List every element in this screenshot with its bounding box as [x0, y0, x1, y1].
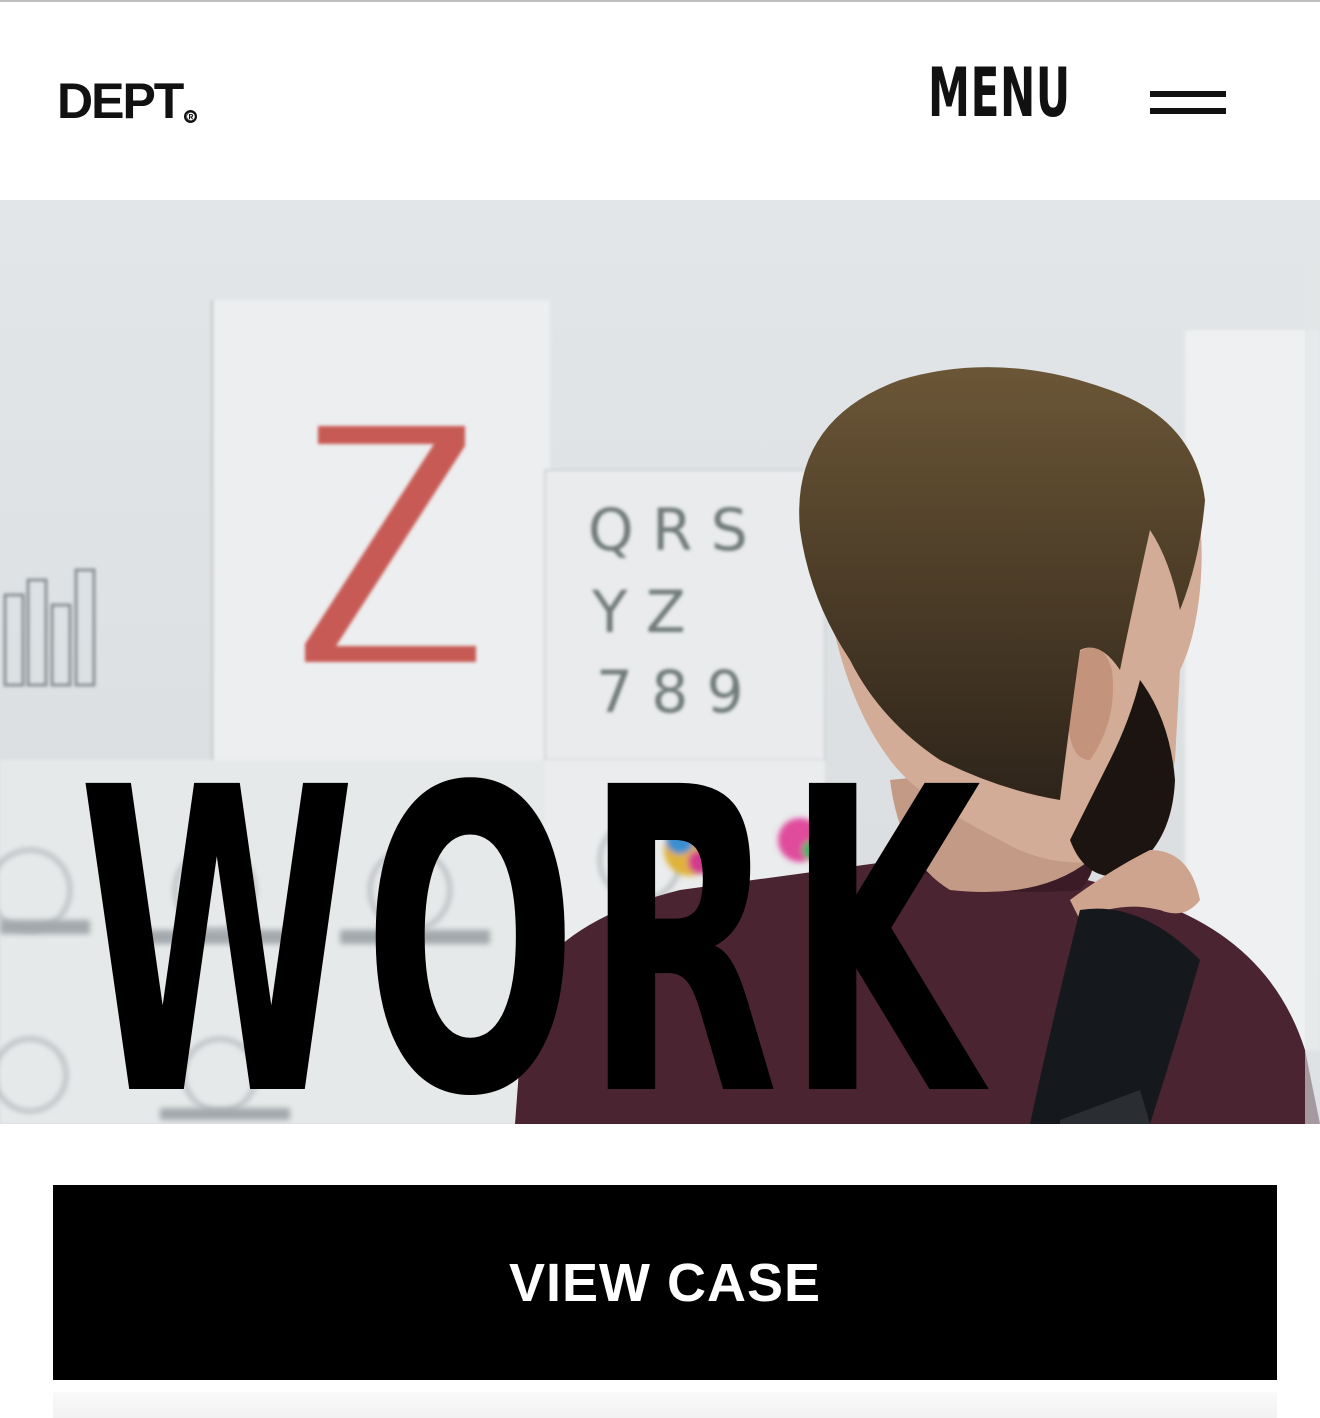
registered-mark-icon: ®: [184, 109, 198, 124]
hamburger-icon[interactable]: [1150, 86, 1226, 122]
hero-title: WORK: [78, 700, 989, 1125]
hamburger-bar-top: [1150, 91, 1226, 97]
page: DEPT ® MENU Q R S Y Z 7 8 9 WORK VIEW CA…: [0, 0, 1320, 1418]
dept-logo[interactable]: DEPT ®: [57, 73, 198, 129]
svg-text:Y Z: Y Z: [591, 578, 686, 646]
hamburger-bar-bottom: [1150, 108, 1226, 114]
view-case-button[interactable]: VIEW CASE: [53, 1185, 1277, 1380]
hero-section: Q R S Y Z 7 8 9 WORK: [0, 200, 1320, 1124]
site-header: DEPT ® MENU: [0, 2, 1320, 200]
view-case-label: VIEW CASE: [508, 1252, 822, 1313]
logo-wordmark: DEPT: [57, 73, 184, 129]
menu-label[interactable]: MENU: [928, 60, 1071, 128]
svg-text:Q R S: Q R S: [588, 496, 748, 564]
card-bottom-edge: [53, 1392, 1277, 1418]
